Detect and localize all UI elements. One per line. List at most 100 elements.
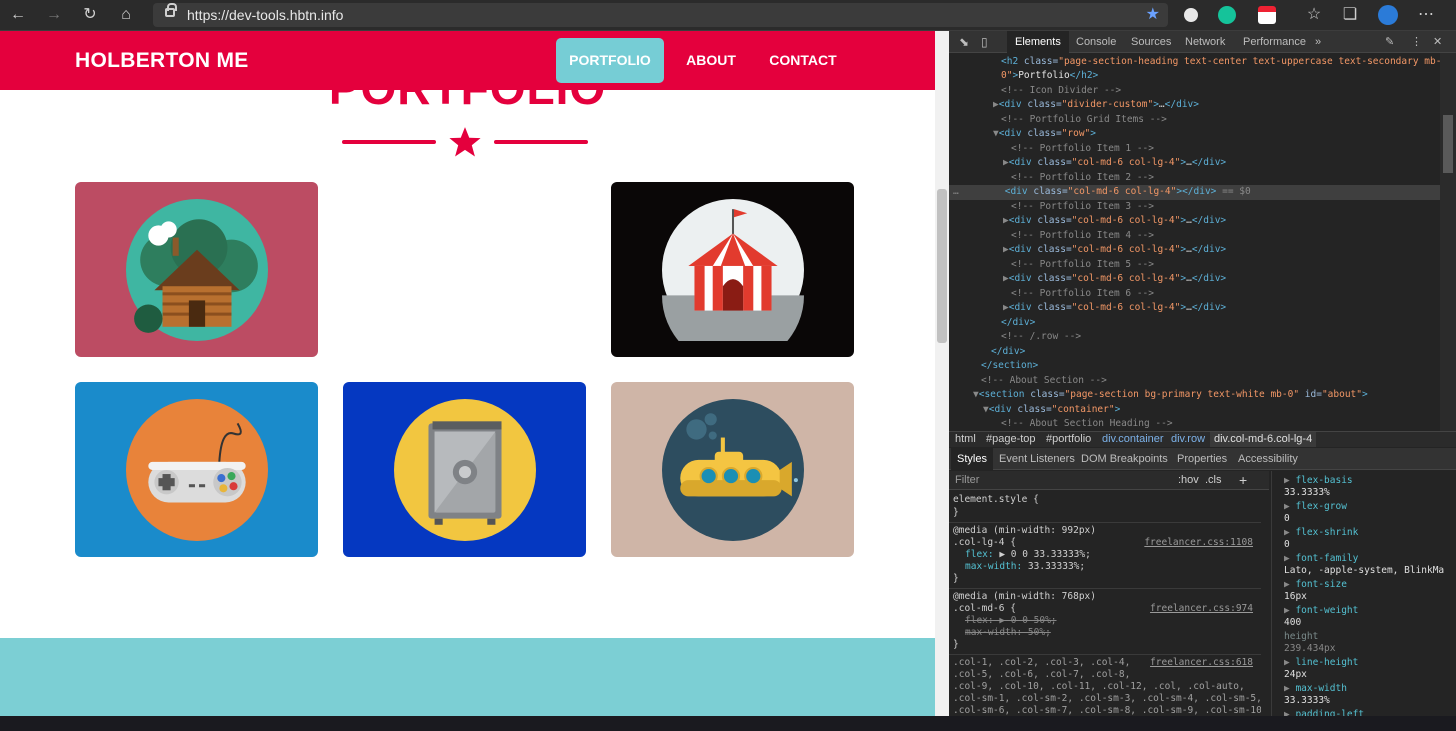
breadcrumb-html[interactable]: html (955, 432, 976, 447)
close-devtools-icon[interactable]: ✕ (1433, 31, 1442, 53)
breadcrumb-container[interactable]: div.container (1102, 432, 1164, 447)
dom-node[interactable]: ▼<div class="row"> (993, 127, 1096, 142)
style-rule-selector: .col-sm-6, .col-sm-7, .col-sm-8, .col-sm… (953, 705, 1261, 716)
nav-about[interactable]: ABOUT (676, 38, 746, 83)
tab-network[interactable]: Network (1185, 31, 1225, 53)
tab-event-listeners[interactable]: Event Listeners (999, 448, 1075, 470)
dom-node[interactable]: 0">Portfolio</h2> (1001, 69, 1098, 84)
game-controller-icon (125, 398, 268, 541)
dom-node[interactable]: ▼<section class="page-section bg-primary… (973, 388, 1368, 403)
address-bar[interactable]: https://dev-tools.hbtn.info ★ (153, 3, 1168, 27)
tab-dom-breakpoints[interactable]: DOM Breakpoints (1081, 448, 1168, 470)
style-declaration-overridden[interactable]: max-width: 50%; (965, 627, 1051, 639)
dom-comment: <!-- Portfolio Item 5 --> (1011, 259, 1154, 270)
reload-icon[interactable]: ↻ (78, 4, 102, 26)
breadcrumb-page-top[interactable]: #page-top (986, 432, 1036, 447)
computed-prop-name[interactable]: ▶ line-height (1284, 657, 1358, 669)
forward-icon[interactable]: → (42, 4, 66, 26)
dom-node[interactable]: </div> (991, 345, 1025, 360)
computed-prop-name[interactable]: height (1284, 631, 1318, 643)
portfolio-item-controller[interactable] (75, 382, 318, 557)
dom-node[interactable]: <h2 class="page-section-heading text-cen… (1001, 55, 1440, 70)
collections-icon[interactable]: ❏ (1338, 4, 1362, 26)
site-navbar: HOLBERTON ME PORTFOLIO ABOUT CONTACT (0, 31, 935, 90)
dom-node[interactable]: ▼<div class="container"> (983, 403, 1120, 418)
style-declaration-overridden[interactable]: flex: ▶ 0 0 50%; (965, 615, 1057, 627)
breadcrumb-portfolio[interactable]: #portfolio (1046, 432, 1091, 447)
devtools-panel: ⬊ ▯ Elements Console Sources Network Per… (949, 31, 1456, 716)
computed-prop-name[interactable]: ▶ flex-grow (1284, 501, 1347, 513)
dom-node[interactable]: ▶<div class="col-md-6 col-lg-4">…</div> (1003, 243, 1226, 258)
breadcrumb-current[interactable]: div.col-md-6.col-lg-4 (1210, 432, 1317, 447)
favorite-star-icon[interactable]: ★ (1146, 3, 1160, 27)
tab-performance[interactable]: Performance (1243, 31, 1306, 53)
favorites-icon[interactable]: ☆ (1302, 4, 1326, 26)
dom-node[interactable]: ▶<div class="col-md-6 col-lg-4">…</div> (1003, 301, 1226, 316)
breadcrumb-row[interactable]: div.row (1171, 432, 1205, 447)
portfolio-item-submarine[interactable] (611, 382, 854, 557)
dom-tree[interactable]: <h2 class="page-section-heading text-cen… (949, 53, 1440, 431)
home-icon[interactable]: ⌂ (114, 4, 138, 26)
style-rule-selector: .col-9, .col-10, .col-11, .col-12, .col,… (953, 681, 1245, 692)
style-source-link[interactable]: freelancer.css:974 (1150, 603, 1253, 615)
hov-toggle[interactable]: :hov (1178, 471, 1199, 490)
computed-prop-name[interactable]: ▶ font-size (1284, 579, 1347, 591)
style-source-link[interactable]: freelancer.css:618 (1150, 657, 1253, 669)
back-icon[interactable]: ← (6, 4, 30, 26)
tab-sources[interactable]: Sources (1131, 31, 1171, 53)
style-rule-selector: .col-sm-1, .col-sm-2, .col-sm-3, .col-sm… (953, 693, 1261, 704)
devtools-menu-icon[interactable]: ⋮ (1411, 31, 1422, 53)
extension-red-icon[interactable] (1258, 6, 1276, 24)
extension-icon[interactable] (1184, 8, 1198, 22)
computed-prop-value: 33.3333% (1284, 487, 1330, 498)
new-style-rule-icon[interactable]: + (1239, 471, 1247, 490)
style-source-link[interactable]: freelancer.css:1108 (1144, 537, 1253, 549)
computed-prop-name[interactable]: ▶ font-weight (1284, 605, 1358, 617)
style-separator (949, 522, 1261, 523)
dom-comment: <!-- Portfolio Item 4 --> (1011, 230, 1154, 241)
feedback-icon[interactable]: ✎ (1385, 31, 1394, 53)
tab-styles[interactable]: Styles (951, 448, 993, 470)
computed-prop-name[interactable]: ▶ padding-left (1284, 709, 1364, 716)
computed-prop-value: 0 (1284, 539, 1290, 550)
dom-comment: <!-- Portfolio Item 6 --> (1011, 288, 1154, 299)
computed-prop-name[interactable]: ▶ flex-basis (1284, 475, 1353, 487)
profile-avatar[interactable] (1378, 5, 1398, 25)
style-declaration[interactable]: max-width: 33.33333%; (965, 561, 1085, 573)
dom-tree-scrollbar-thumb[interactable] (1443, 115, 1453, 173)
page-scrollbar[interactable] (935, 31, 949, 716)
portfolio-item-cabin[interactable] (75, 182, 318, 357)
computed-prop-name[interactable]: ▶ flex-shrink (1284, 527, 1358, 539)
style-declaration[interactable]: flex: ▶ 0 0 33.33333%; (965, 549, 1091, 561)
computed-prop-name[interactable]: ▶ max-width (1284, 683, 1347, 695)
tab-elements[interactable]: Elements (1007, 31, 1069, 53)
style-rule-close: } (953, 573, 959, 584)
page-scrollbar-thumb[interactable] (937, 189, 947, 343)
dom-comment: <!-- Portfolio Item 3 --> (1011, 201, 1154, 212)
brand-logo[interactable]: HOLBERTON ME (75, 49, 249, 73)
styles-filter-input[interactable]: Filter (955, 471, 979, 490)
more-tabs-icon[interactable]: » (1315, 31, 1321, 53)
portfolio-item-safe[interactable] (343, 382, 586, 557)
tab-properties[interactable]: Properties (1177, 448, 1227, 470)
cls-toggle[interactable]: .cls (1205, 471, 1222, 490)
nav-portfolio[interactable]: PORTFOLIO (556, 38, 664, 83)
tab-console[interactable]: Console (1076, 31, 1116, 53)
computed-prop-name[interactable]: ▶ font-family (1284, 553, 1358, 565)
portfolio-item-circus[interactable] (611, 182, 854, 357)
dom-tree-scrollbar[interactable] (1440, 53, 1456, 431)
dom-node[interactable]: ▶<div class="col-md-6 col-lg-4">…</div> (1003, 272, 1226, 287)
nav-contact[interactable]: CONTACT (760, 38, 846, 83)
about-section-band (0, 638, 935, 716)
dom-node[interactable]: ▶<div class="col-md-6 col-lg-4">…</div> (1003, 156, 1226, 171)
dom-node[interactable]: ▶<div class="divider-custom">…</div> (993, 98, 1199, 113)
dom-node-selected[interactable]: … <div class="col-md-6 col-lg-4"></div> =… (949, 185, 1440, 200)
inspect-element-icon[interactable]: ⬊ (959, 31, 969, 53)
dom-node[interactable]: </div> (1001, 316, 1035, 331)
more-menu-icon[interactable]: ⋯ (1414, 4, 1438, 26)
grammarly-icon[interactable] (1218, 6, 1236, 24)
tab-accessibility[interactable]: Accessibility (1238, 448, 1298, 470)
device-toolbar-icon[interactable]: ▯ (981, 31, 988, 53)
dom-node[interactable]: </section> (981, 359, 1038, 374)
dom-node[interactable]: ▶<div class="col-md-6 col-lg-4">…</div> (1003, 214, 1226, 229)
